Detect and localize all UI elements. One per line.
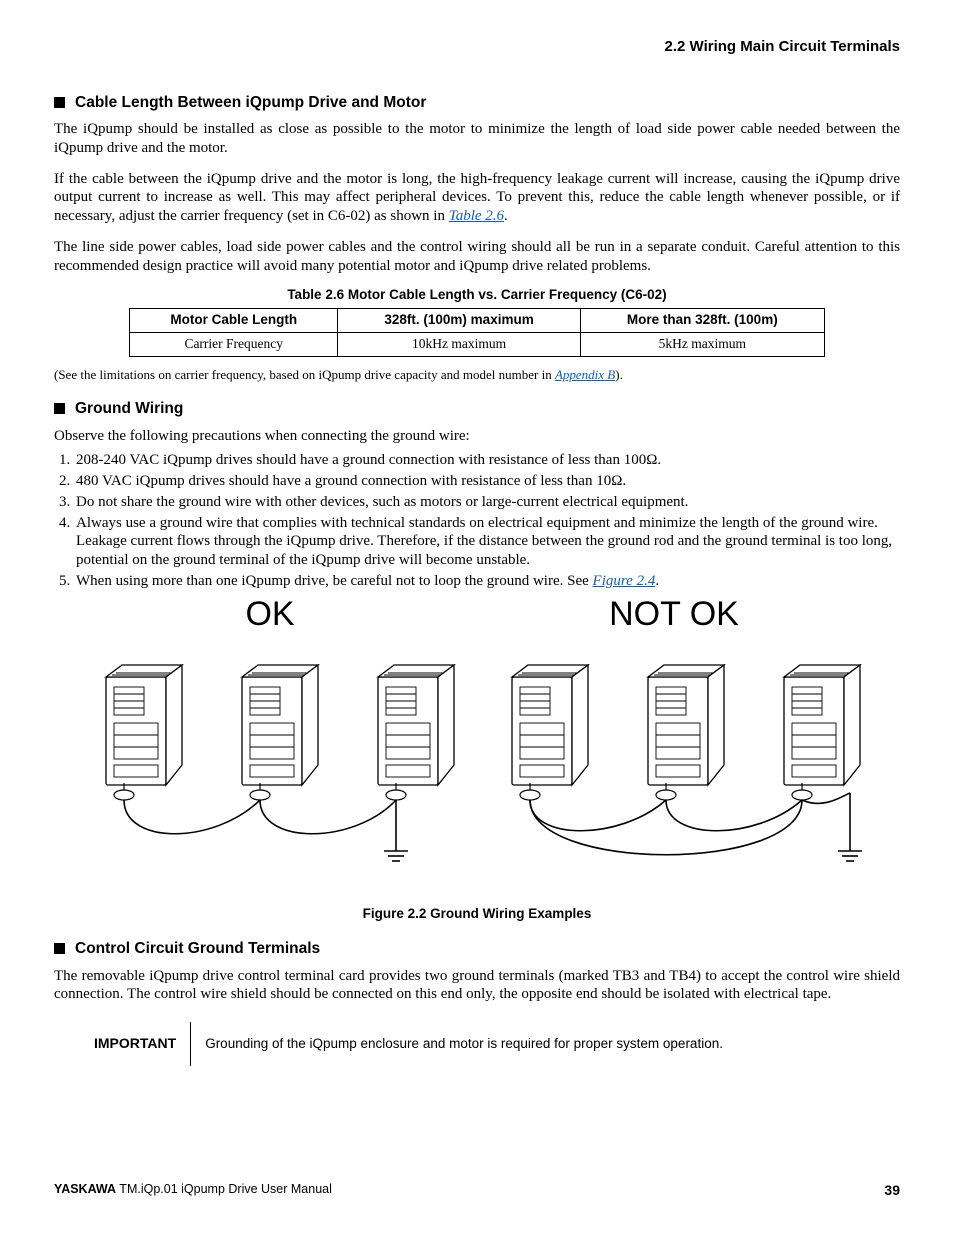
- paragraph: The iQpump should be installed as close …: [54, 120, 900, 158]
- heading-text: Ground Wiring: [75, 399, 183, 418]
- important-text: Grounding of the iQpump enclosure and mo…: [205, 1036, 723, 1053]
- page: 2.2 Wiring Main Circuit Terminals Cable …: [0, 0, 954, 1235]
- important-callout: IMPORTANT Grounding of the iQpump enclos…: [94, 1022, 900, 1066]
- list-item: 480 VAC iQpump drives should have a grou…: [74, 472, 900, 491]
- table-cell: 5kHz maximum: [580, 333, 824, 357]
- heading-text: Cable Length Between iQpump Drive and Mo…: [75, 93, 426, 112]
- important-label: IMPORTANT: [94, 1035, 190, 1053]
- text-run: .: [504, 208, 508, 224]
- divider-icon: [190, 1022, 191, 1066]
- ground-wiring-diagram-svg: OK NOT OK: [54, 595, 900, 895]
- label-ok: OK: [245, 595, 294, 633]
- table-header-cell: 328ft. (100m) maximum: [338, 309, 580, 333]
- footer-page-number: 39: [884, 1182, 900, 1200]
- table-footnote: (See the limitations on carrier frequenc…: [54, 367, 900, 383]
- link-appendix-b[interactable]: Appendix B: [555, 367, 615, 382]
- text-run: .: [655, 573, 659, 589]
- heading-cable-length: Cable Length Between iQpump Drive and Mo…: [54, 93, 900, 112]
- text-run: (See the limitations on carrier frequenc…: [54, 367, 555, 382]
- heading-ground-wiring: Ground Wiring: [54, 399, 900, 418]
- paragraph: The line side power cables, load side po…: [54, 238, 900, 276]
- bullet-square-icon: [54, 403, 65, 414]
- paragraph: Observe the following precautions when c…: [54, 427, 900, 446]
- table-cell: 10kHz maximum: [338, 333, 580, 357]
- paragraph: The removable iQpump drive control termi…: [54, 967, 900, 1005]
- list-item: Always use a ground wire that complies w…: [74, 514, 900, 570]
- table-caption: Table 2.6 Motor Cable Length vs. Carrier…: [54, 287, 900, 304]
- table-cable-length: Motor Cable Length 328ft. (100m) maximum…: [129, 308, 825, 357]
- text-run: ).: [615, 367, 623, 382]
- bullet-square-icon: [54, 943, 65, 954]
- heading-control-ground: Control Circuit Ground Terminals: [54, 939, 900, 958]
- table-header-cell: Motor Cable Length: [130, 309, 338, 333]
- label-not-ok: NOT OK: [609, 595, 739, 633]
- list-item: 208-240 VAC iQpump drives should have a …: [74, 451, 900, 470]
- list-item: Do not share the ground wire with other …: [74, 493, 900, 512]
- page-footer: YASKAWA TM.iQp.01 iQpump Drive User Manu…: [54, 1182, 900, 1200]
- link-figure-24[interactable]: Figure 2.4: [593, 573, 656, 589]
- running-header: 2.2 Wiring Main Circuit Terminals: [54, 38, 900, 57]
- paragraph: If the cable between the iQpump drive an…: [54, 170, 900, 226]
- table-header-cell: More than 328ft. (100m): [580, 309, 824, 333]
- footer-left: YASKAWA TM.iQp.01 iQpump Drive User Manu…: [54, 1182, 332, 1200]
- text-run: When using more than one iQpump drive, b…: [76, 573, 593, 589]
- figure-ground-wiring: OK NOT OK: [54, 595, 900, 901]
- footer-brand: YASKAWA: [54, 1182, 116, 1196]
- heading-text: Control Circuit Ground Terminals: [75, 939, 320, 958]
- bullet-square-icon: [54, 97, 65, 108]
- table-row: Carrier Frequency 10kHz maximum 5kHz max…: [130, 333, 825, 357]
- table-cell: Carrier Frequency: [130, 333, 338, 357]
- list-item: When using more than one iQpump drive, b…: [74, 572, 900, 591]
- precaution-list: 208-240 VAC iQpump drives should have a …: [54, 451, 900, 590]
- table-header-row: Motor Cable Length 328ft. (100m) maximum…: [130, 309, 825, 333]
- footer-doc: TM.iQp.01 iQpump Drive User Manual: [116, 1182, 332, 1196]
- figure-caption: Figure 2.2 Ground Wiring Examples: [54, 906, 900, 923]
- link-table-26[interactable]: Table 2.6: [449, 208, 504, 224]
